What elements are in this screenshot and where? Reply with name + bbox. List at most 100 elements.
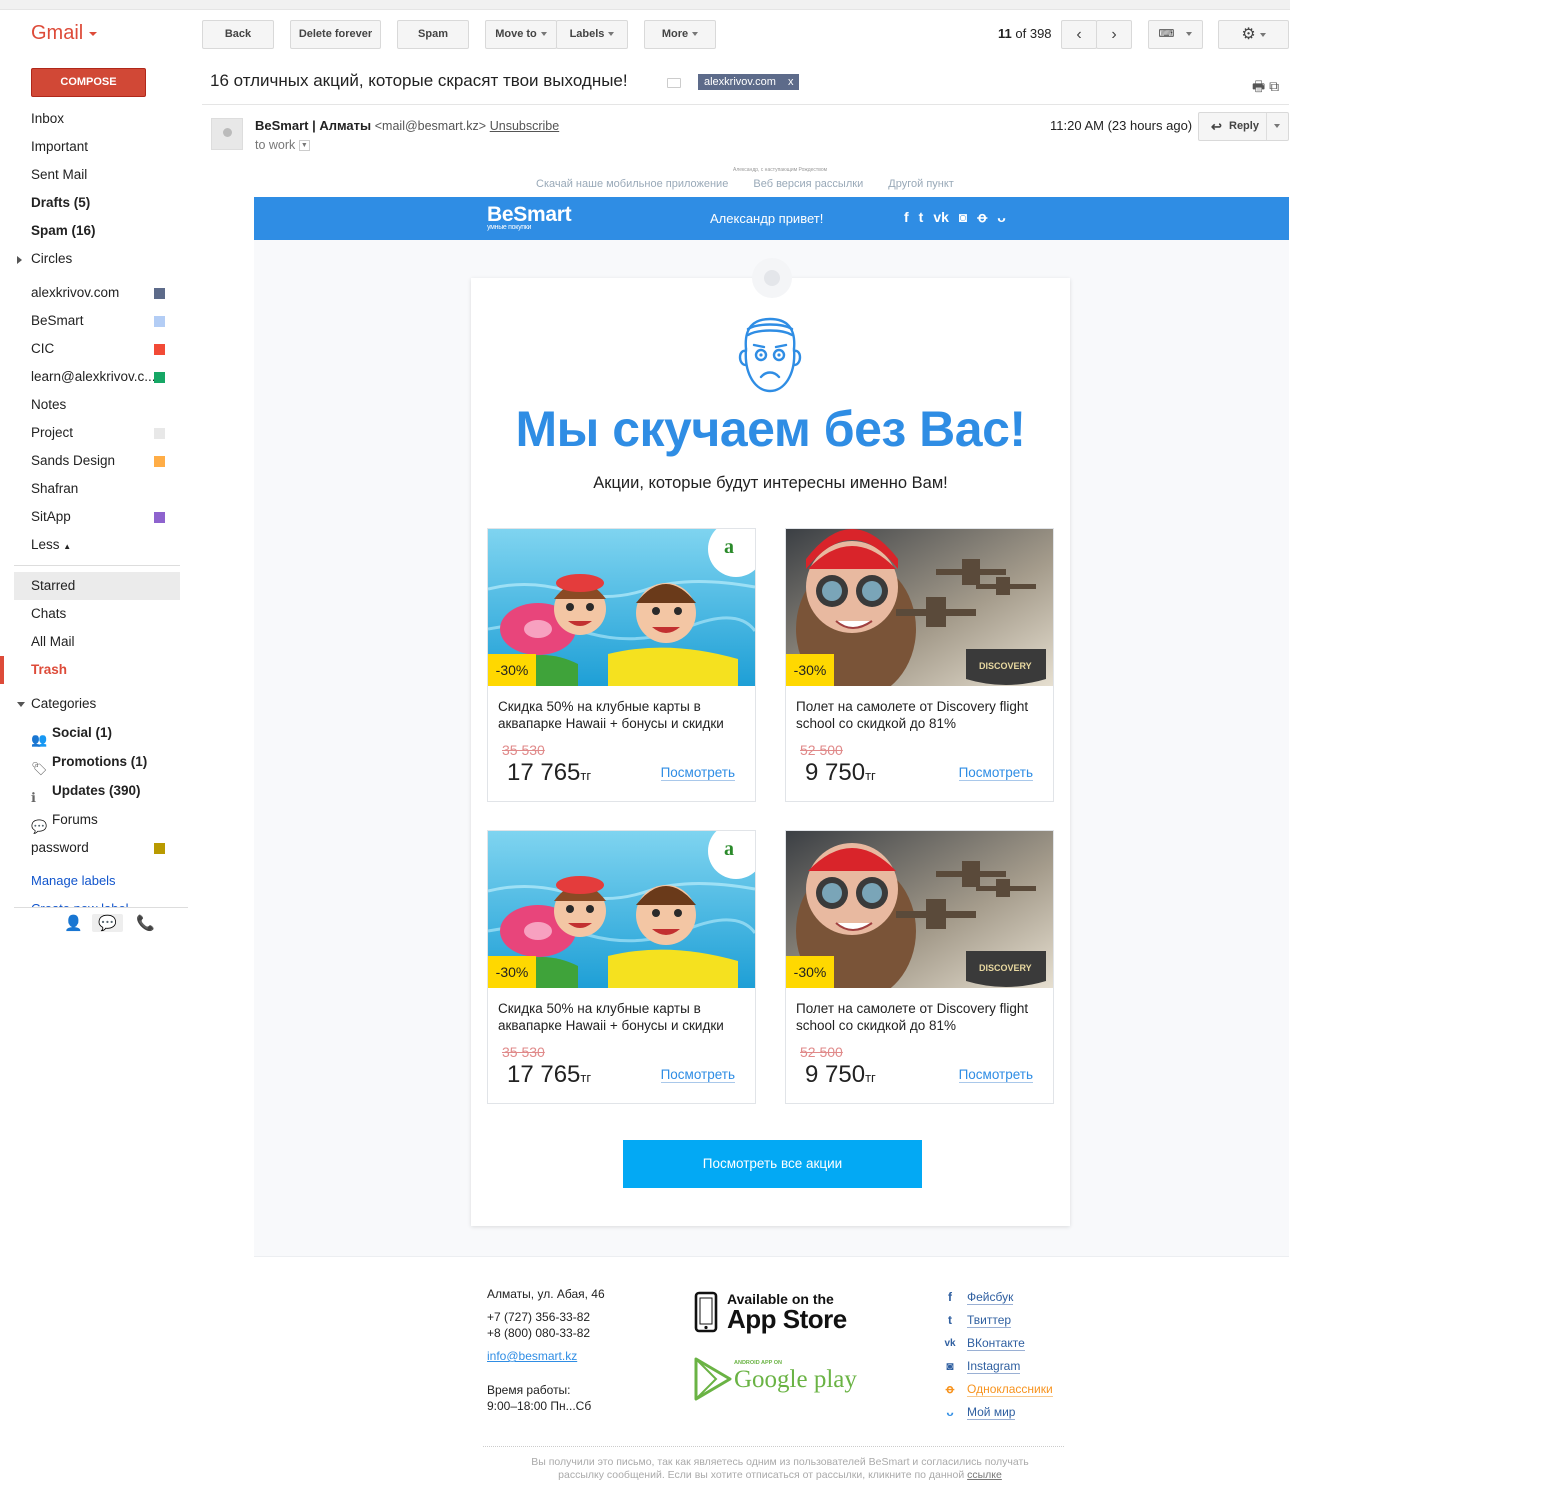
sidebar-item-spam[interactable]: Spam (16) — [0, 217, 190, 245]
deal-card[interactable]: DISCOVERY -30% Полет на самолете от Disc… — [785, 830, 1054, 1104]
instagram-icon[interactable]: ◙ — [959, 209, 967, 225]
back-button[interactable]: Back — [202, 20, 274, 49]
label-learn[interactable]: learn@alexkrivov.c... — [0, 363, 190, 391]
labels-button[interactable]: Labels — [556, 20, 628, 49]
sidebar-item-inbox[interactable]: Inbox — [0, 105, 190, 133]
deal-card[interactable]: DISCOVERY -30% Полет на самолете от Disc… — [785, 528, 1054, 802]
more-button[interactable]: More — [644, 20, 716, 49]
tag-label[interactable]: alexkrivov.com — [704, 76, 776, 88]
avatar[interactable] — [211, 118, 243, 150]
sidebar-item-important[interactable]: Important — [0, 133, 190, 161]
view-deal-link[interactable]: Посмотреть — [660, 1067, 735, 1083]
prev-button[interactable]: ‹ — [1061, 20, 1097, 49]
unsubscribe-footer-link[interactable]: ссылке — [967, 1469, 1002, 1481]
label-color-swatch[interactable] — [154, 344, 165, 355]
category-forums[interactable]: 💬 Forums — [0, 805, 190, 834]
sidebar-item-starred[interactable]: Starred — [14, 572, 180, 600]
deal-title[interactable]: Полет на самолете от Discovery flight sc… — [796, 1000, 1046, 1034]
sidebar-item-chats[interactable]: Chats — [0, 600, 190, 628]
deal-card[interactable]: a -30% Скидка 50% на клубные карты в акв… — [487, 830, 756, 1104]
email-link[interactable]: info@besmart.kz — [487, 1348, 605, 1364]
label-color-swatch[interactable] — [154, 288, 165, 299]
phone[interactable]: +7 (727) 356-33-82 — [487, 1309, 605, 1325]
deal-title[interactable]: Полет на самолете от Discovery flight sc… — [796, 698, 1046, 732]
input-tools-button[interactable]: ⌨ — [1148, 20, 1203, 49]
web-version-link[interactable]: Веб версия рассылки — [753, 178, 863, 190]
label-password[interactable]: password — [0, 834, 190, 862]
label-color-swatch[interactable] — [154, 843, 165, 854]
social-link-moimir[interactable]: ᴗ Мой мир — [941, 1401, 1053, 1424]
delete-forever-button[interactable]: Delete forever — [290, 20, 381, 49]
hangouts-icon[interactable]: 💬 — [92, 914, 123, 932]
label-color-swatch[interactable] — [154, 372, 165, 383]
label-sitapp[interactable]: SitApp — [0, 503, 190, 531]
social-link-label[interactable]: Instagram — [967, 1359, 1021, 1374]
label-alexkrivov[interactable]: alexkrivov.com — [0, 279, 190, 307]
social-link-label[interactable]: Мой мир — [967, 1405, 1016, 1420]
expand-icon[interactable] — [17, 256, 22, 264]
settings-button[interactable]: ⚙ — [1218, 20, 1289, 49]
manage-labels-link[interactable]: Manage labels — [0, 867, 190, 895]
view-deal-link[interactable]: Посмотреть — [958, 765, 1033, 781]
print-icon[interactable]: 🖶 — [1252, 78, 1265, 94]
reply-options-icon[interactable] — [1274, 124, 1280, 128]
label-icon[interactable] — [667, 78, 681, 88]
label-cic[interactable]: CIC — [0, 335, 190, 363]
category-promotions[interactable]: 🏷 Promotions (1) — [0, 747, 190, 776]
label-color-swatch[interactable] — [154, 512, 165, 523]
social-link-label[interactable]: Фейсбук — [967, 1290, 1014, 1305]
social-link-label[interactable]: Одноклассники — [967, 1382, 1053, 1397]
contacts-icon[interactable]: 👤 — [64, 914, 83, 932]
sidebar-item-sent[interactable]: Sent Mail — [0, 161, 190, 189]
label-color-swatch[interactable] — [154, 428, 165, 439]
google-play-badge[interactable]: ANDROID APP ON Google play — [694, 1357, 857, 1406]
app-store-badge[interactable]: Available on the App Store — [694, 1290, 864, 1343]
social-link-label[interactable]: Твиттер — [967, 1313, 1012, 1328]
category-social[interactable]: 👥 Social (1) — [0, 718, 190, 747]
move-to-button[interactable]: Move to — [485, 20, 557, 49]
less-toggle[interactable]: Less ▲ — [0, 531, 190, 559]
besmart-logo[interactable]: BeSmart умные покупки — [487, 203, 572, 231]
deal-title[interactable]: Скидка 50% на клубные карты в аквапарке … — [498, 698, 748, 732]
social-link-facebook[interactable]: f Фейсбук — [941, 1286, 1053, 1309]
view-deal-link[interactable]: Посмотреть — [660, 765, 735, 781]
view-all-deals-button[interactable]: Посмотреть все акции — [623, 1140, 922, 1188]
sidebar-item-circles[interactable]: Circles — [0, 245, 190, 273]
facebook-icon[interactable]: f — [904, 209, 909, 225]
phone[interactable]: +8 (800) 080-33-82 — [487, 1325, 605, 1341]
unsubscribe-link[interactable]: Unsubscribe — [490, 119, 559, 133]
app-download-link[interactable]: Скачай наше мобильное приложение — [536, 178, 728, 190]
reply-button[interactable]: ↩ Reply — [1198, 112, 1289, 141]
label-sands-design[interactable]: Sands Design — [0, 447, 190, 475]
sender-name[interactable]: BeSmart | Алматы — [255, 118, 371, 133]
label-color-swatch[interactable] — [154, 316, 165, 327]
other-link[interactable]: Другой пункт — [888, 178, 954, 190]
gmail-menu[interactable]: Gmail — [31, 22, 98, 45]
sidebar-item-trash[interactable]: Trash — [0, 656, 190, 684]
sidebar-item-all-mail[interactable]: All Mail — [0, 628, 190, 656]
deal-title[interactable]: Скидка 50% на клубные карты в аквапарке … — [498, 1000, 748, 1034]
social-link-odnoklassniki[interactable]: ꝋ Одноклассники — [941, 1378, 1053, 1401]
category-updates[interactable]: ℹ Updates (390) — [0, 776, 190, 805]
view-deal-link[interactable]: Посмотреть — [958, 1067, 1033, 1083]
label-notes[interactable]: Notes — [0, 391, 190, 419]
label-color-swatch[interactable] — [154, 456, 165, 467]
new-window-icon[interactable]: ⧉ — [1269, 78, 1279, 94]
remove-tag-icon[interactable]: x — [788, 76, 794, 88]
label-shafran[interactable]: Shafran — [0, 475, 190, 503]
details-toggle-icon[interactable]: ▼ — [298, 140, 310, 152]
collapse-icon[interactable] — [17, 702, 25, 707]
social-link-vk[interactable]: vk ВКонтакте — [941, 1332, 1053, 1355]
next-button[interactable]: › — [1096, 20, 1132, 49]
label-besmart[interactable]: BeSmart — [0, 307, 190, 335]
twitter-icon[interactable]: t — [919, 209, 924, 225]
social-link-instagram[interactable]: ◙ Instagram — [941, 1355, 1053, 1378]
categories-toggle[interactable]: Categories — [0, 690, 190, 718]
phone-icon[interactable]: 📞 — [136, 914, 155, 932]
compose-button[interactable]: COMPOSE — [31, 68, 146, 97]
deal-card[interactable]: a -30% Скидка 50% на клубные карты в акв… — [487, 528, 756, 802]
spam-button[interactable]: Spam — [397, 20, 469, 49]
ok-icon[interactable]: ꝋ — [977, 209, 987, 225]
sidebar-item-drafts[interactable]: Drafts (5) — [0, 189, 190, 217]
moimir-icon[interactable]: ᴗ — [997, 209, 1006, 225]
